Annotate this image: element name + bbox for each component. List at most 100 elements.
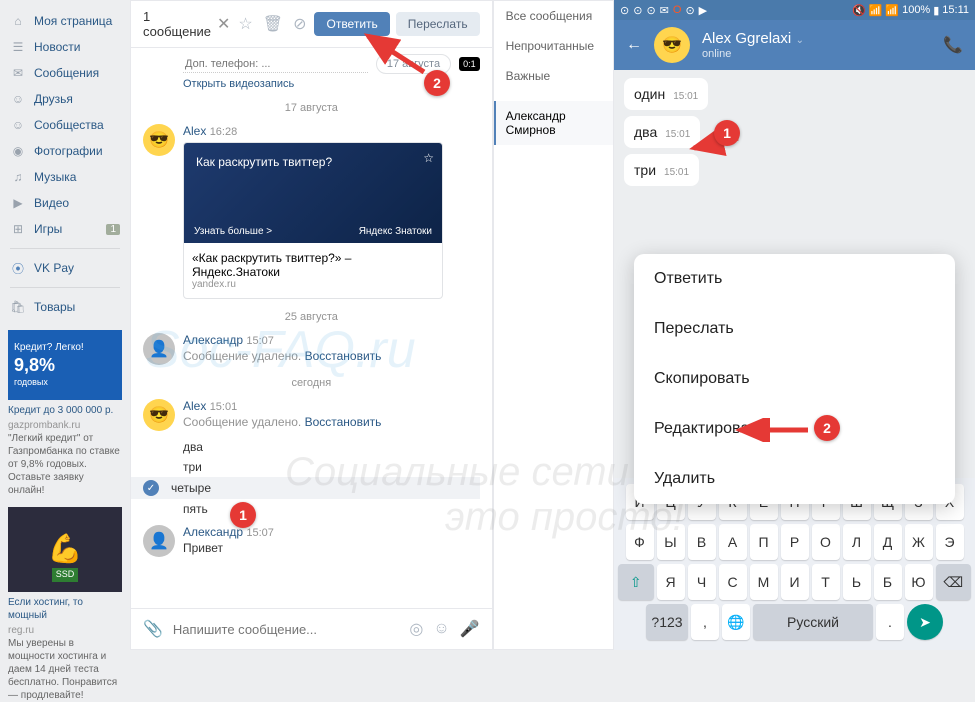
restore-link[interactable]: Восстановить [305, 415, 382, 429]
key-Д[interactable]: Д [874, 524, 902, 560]
key-Б[interactable]: Б [874, 564, 902, 600]
nav-games[interactable]: ⊞Игры1 [0, 216, 130, 242]
games-badge: 1 [106, 224, 120, 235]
key-А[interactable]: А [719, 524, 747, 560]
shift-key[interactable]: ⇧ [618, 564, 654, 600]
backspace-key[interactable]: ⌫ [936, 564, 972, 600]
msg-dva[interactable]: два [143, 437, 480, 457]
avatar-alex[interactable]: 😎 [143, 399, 175, 431]
date-separator: 17 августа [285, 102, 338, 114]
avatar-alexander[interactable]: 👤 [143, 525, 175, 557]
menu-delete[interactable]: Удалить [634, 454, 955, 504]
mobile-messages[interactable]: один15:01 два15:01 три15:01 Ответить Пер… [614, 70, 975, 478]
video-icon: ▶ [10, 195, 26, 211]
msg-tri[interactable]: три [143, 457, 480, 477]
nav-my-page[interactable]: ⌂Моя страница [0, 8, 130, 34]
avatar-alex[interactable]: 😎 [143, 124, 175, 156]
comma-key[interactable]: , [691, 604, 719, 640]
nav-video[interactable]: ▶Видео [0, 190, 130, 216]
nav-music[interactable]: ♫Музыка [0, 164, 130, 190]
menu-forward[interactable]: Переслать [634, 304, 955, 354]
wifi-icon: 📶 [869, 4, 883, 17]
star-icon[interactable]: ☆ [236, 12, 254, 36]
nav-groups[interactable]: ☺Сообщества [0, 112, 130, 138]
key-Л[interactable]: Л [843, 524, 871, 560]
symbols-key[interactable]: ?123 [646, 604, 688, 640]
key-Т[interactable]: Т [812, 564, 840, 600]
key-Ф[interactable]: Ф [626, 524, 654, 560]
globe-key[interactable]: 🌐 [722, 604, 750, 640]
chevron-down-icon[interactable]: ⌄ [796, 35, 804, 46]
contact-smirnov[interactable]: Александр Смирнов [494, 101, 613, 145]
check-icon: ✓ [143, 480, 159, 496]
key-Я[interactable]: Я [657, 564, 685, 600]
marker-1-mobile: 1 [714, 120, 740, 146]
key-Э[interactable]: Э [936, 524, 964, 560]
attach-icon[interactable]: 📎 [143, 619, 163, 639]
status-bar: ⊙⊙⊙✉O⊙▶ 🔇📶📶 100%▮ 15:11 [614, 0, 975, 20]
online-status: online [702, 48, 931, 60]
avatar-alexander[interactable]: 👤 [143, 333, 175, 365]
key-П[interactable]: П [750, 524, 778, 560]
messages-list[interactable]: 17 августа 0:1 Открыть видеозапись 17 ав… [131, 48, 492, 608]
left-sidebar: ⌂Моя страница ☰Новости ✉Сообщения ☺Друзь… [0, 0, 130, 650]
mobile-avatar[interactable]: 😎 [654, 27, 690, 63]
ad-block-2[interactable]: 💪 SSD Если хостинг, то мощный reg.ru Мы … [8, 507, 122, 702]
key-Ь[interactable]: Ь [843, 564, 871, 600]
message-alexander-2[interactable]: 👤 Александр 15:07 Привет [143, 525, 480, 557]
filter-important[interactable]: Важные [494, 61, 613, 91]
nav-vkpay[interactable]: ⦿VK Pay [0, 255, 130, 281]
back-icon[interactable]: ← [626, 36, 642, 54]
key-Р[interactable]: Р [781, 524, 809, 560]
battery-text: 100% [902, 4, 930, 16]
context-menu: Ответить Переслать Скопировать Редактиро… [634, 254, 955, 504]
message-alexander-1[interactable]: 👤 Александр 15:07 Сообщение удалено. Вос… [143, 333, 480, 365]
message-alex-1[interactable]: 😎 Alex 16:28 Как раскрутить твиттер? ☆ У… [143, 124, 480, 299]
nav-news[interactable]: ☰Новости [0, 34, 130, 60]
bubble-odin[interactable]: один15:01 [624, 78, 708, 110]
marker-2-mobile: 2 [814, 415, 840, 441]
trash-icon[interactable]: 🗑 [261, 12, 285, 36]
send-key[interactable]: ➤ [907, 604, 943, 640]
dot-key[interactable]: . [876, 604, 904, 640]
key-О[interactable]: О [812, 524, 840, 560]
mobile-chat-header[interactable]: ← 😎 Alex Ggrelaxi ⌄ online 📞 [614, 20, 975, 70]
message-alex-2[interactable]: 😎 Alex 15:01 Сообщение удалено. Восстано… [143, 399, 480, 431]
call-icon[interactable]: 📞 [943, 35, 963, 55]
nav-goods[interactable]: 🛍Товары [0, 294, 130, 320]
key-С[interactable]: С [719, 564, 747, 600]
restore-link[interactable]: Восстановить [305, 349, 382, 363]
key-В[interactable]: В [688, 524, 716, 560]
mic-icon[interactable]: 🎤 [460, 619, 480, 639]
key-М[interactable]: М [750, 564, 778, 600]
clear-selection[interactable]: ✕ [217, 14, 230, 34]
games-icon: ⊞ [10, 221, 26, 237]
filter-all[interactable]: Все сообщения [494, 1, 613, 31]
filter-unread[interactable]: Непрочитанные [494, 31, 613, 61]
space-key[interactable]: Русский [753, 604, 873, 640]
camera-icon[interactable]: ◎ [409, 619, 423, 639]
key-И[interactable]: И [781, 564, 809, 600]
menu-copy[interactable]: Скопировать [634, 354, 955, 404]
emoji-icon[interactable]: ☺ [433, 620, 449, 638]
ad-title: Кредит до 3 000 000 р. [8, 404, 122, 417]
msg-chetyre-selected[interactable]: ✓ четыре [131, 477, 480, 499]
message-input[interactable] [173, 622, 399, 637]
chat-title: Alex Ggrelaxi [702, 30, 791, 47]
key-Ю[interactable]: Ю [905, 564, 933, 600]
spam-icon[interactable]: ⊘ [291, 12, 308, 36]
key-Ж[interactable]: Ж [905, 524, 933, 560]
menu-reply[interactable]: Ответить [634, 254, 955, 304]
link-card[interactable]: Как раскрутить твиттер? ☆ Узнать больше … [183, 142, 443, 299]
marker-1-desktop: 1 [230, 502, 256, 528]
ad-block-1[interactable]: Кредит? Легко! 9,8% годовых Кредит до 3 … [8, 330, 122, 497]
nav-friends[interactable]: ☺Друзья [0, 86, 130, 112]
composer: 📎 ◎ ☺ 🎤 [131, 608, 492, 649]
key-Ч[interactable]: Ч [688, 564, 716, 600]
msg-pyat[interactable]: пять [143, 499, 480, 519]
phone-input[interactable] [183, 56, 368, 73]
nav-photos[interactable]: ◉Фотографии [0, 138, 130, 164]
bookmark-icon[interactable]: ☆ [423, 151, 434, 165]
key-Ы[interactable]: Ы [657, 524, 685, 560]
nav-messages[interactable]: ✉Сообщения [0, 60, 130, 86]
